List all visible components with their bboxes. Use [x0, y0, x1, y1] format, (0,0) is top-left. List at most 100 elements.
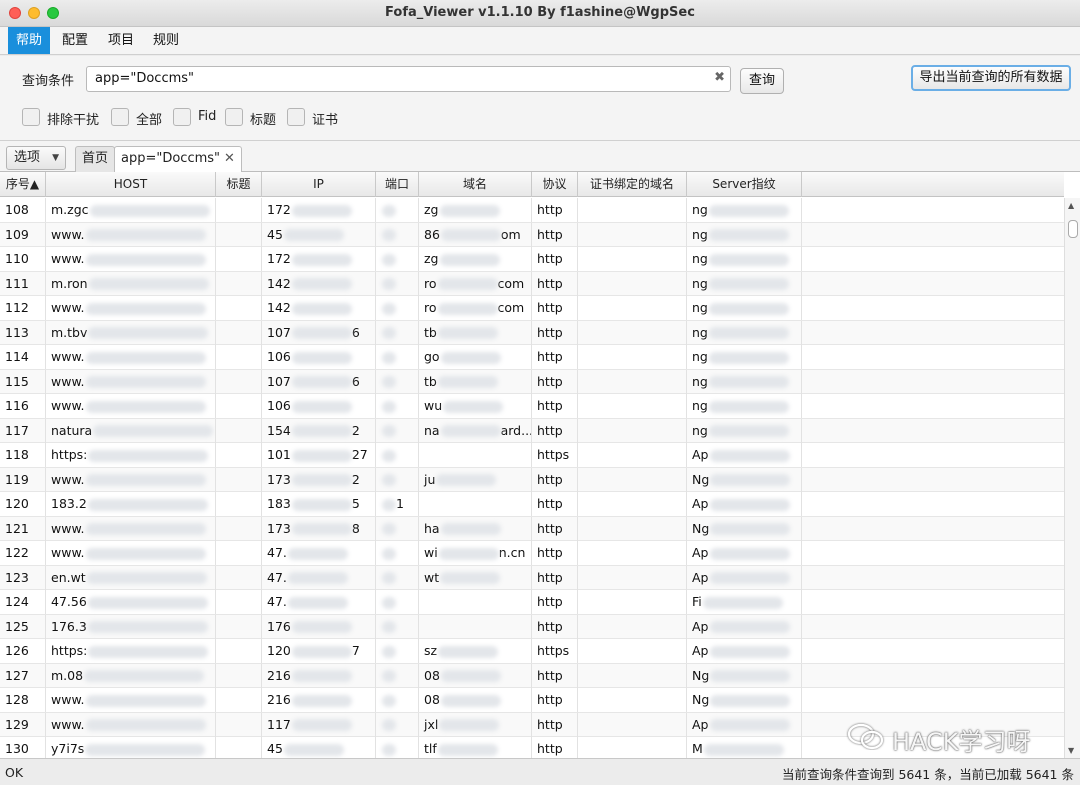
- menu-config[interactable]: 配置: [54, 27, 96, 54]
- header-col-protocol[interactable]: 协议: [532, 172, 578, 197]
- tab-query[interactable]: app="Doccms" ✕: [114, 146, 242, 172]
- table-row[interactable]: 122 www. 47. wi n.cn http Ap: [0, 541, 1064, 566]
- cell-server: Ap: [687, 541, 802, 565]
- cell-server: ng: [687, 418, 802, 443]
- tab-query-label: app="Doccms": [121, 151, 221, 166]
- cell-ip: 173 8: [262, 516, 376, 541]
- header-col-host[interactable]: HOST: [46, 172, 216, 197]
- table-row[interactable]: 123 en.wt 47. wt http Ap: [0, 565, 1064, 590]
- cell-server: ng: [687, 198, 802, 222]
- cell-host: https:: [46, 443, 216, 467]
- header-col-title[interactable]: 标题: [216, 172, 262, 197]
- cell-host: www.: [46, 345, 216, 369]
- checkbox-box[interactable]: [287, 108, 305, 126]
- cell-port: [376, 688, 419, 712]
- clear-icon[interactable]: ✖: [714, 70, 725, 85]
- header-col-port[interactable]: 端口: [376, 172, 419, 197]
- export-all-button[interactable]: 导出当前查询的所有数据: [911, 65, 1071, 91]
- cell-host: 47.56: [46, 590, 216, 614]
- cell-cert-domain: [578, 320, 687, 345]
- cell-title: [216, 198, 262, 222]
- cell-title: [216, 271, 262, 296]
- menu-help[interactable]: 帮助: [8, 27, 51, 54]
- cell-seq: 125: [0, 614, 46, 639]
- scroll-up-icon[interactable]: ▲: [1068, 201, 1074, 210]
- table-row[interactable]: 125 176.3 176 http Ap: [0, 614, 1064, 639]
- table-row[interactable]: 111 m.ron 142 ro com http ng: [0, 271, 1064, 296]
- table-row[interactable]: 121 www. 173 8 ha http Ng: [0, 516, 1064, 541]
- cell-server: M: [687, 737, 802, 758]
- header-col-seq[interactable]: 序号▲: [0, 172, 46, 197]
- table-row[interactable]: 116 www. 106 wu http ng: [0, 394, 1064, 419]
- table-row[interactable]: 108 m.zgc 172 zg http ng: [0, 198, 1064, 223]
- cell-server: ng: [687, 394, 802, 418]
- checkbox-box[interactable]: [22, 108, 40, 126]
- table-row[interactable]: 118 https: 101 27 https Ap: [0, 443, 1064, 468]
- checkbox-box[interactable]: [225, 108, 243, 126]
- status-count: 当前查询条件查询到 5641 条，当前已加载 5641 条: [781, 767, 1074, 782]
- tab-home[interactable]: 首页: [75, 146, 116, 172]
- cell-host: www.: [46, 247, 216, 271]
- cell-host: www.: [46, 541, 216, 565]
- header-col-server[interactable]: Server指纹: [687, 172, 802, 197]
- query-button[interactable]: 查询: [740, 68, 784, 94]
- cell-cert-domain: [578, 345, 687, 369]
- cell-host: www.: [46, 688, 216, 712]
- cell-title: [216, 639, 262, 663]
- window-title: Fofa_Viewer v1.1.10 By f1ashine@WgpSec: [385, 5, 695, 20]
- status-ok: OK: [5, 765, 24, 780]
- scrollbar-thumb[interactable]: [1068, 220, 1078, 238]
- table-row[interactable]: 114 www. 106 go http ng: [0, 345, 1064, 370]
- header-col-ip[interactable]: IP: [262, 172, 376, 197]
- cell-port: [376, 614, 419, 639]
- table-row[interactable]: 127 m.08 216 08 http Ng: [0, 663, 1064, 688]
- cell-port: [376, 516, 419, 541]
- table-row[interactable]: 124 47.56 47. http Fi: [0, 590, 1064, 615]
- cell-seq: 117: [0, 418, 46, 443]
- cell-title: [216, 492, 262, 516]
- table-row[interactable]: 126 https: 120 7 sz https Ap: [0, 639, 1064, 664]
- vertical-scrollbar[interactable]: ▲ ▼: [1064, 198, 1080, 758]
- header-col-cert-domain[interactable]: 证书绑定的域名: [578, 172, 687, 197]
- table-row[interactable]: 110 www. 172 zg http ng: [0, 247, 1064, 272]
- table-row[interactable]: 109 www. 45 86 om http ng: [0, 222, 1064, 247]
- title-bar: Fofa_Viewer v1.1.10 By f1ashine@WgpSec: [0, 0, 1080, 27]
- options-dropdown[interactable]: 选项 ▼: [6, 146, 66, 170]
- cell-ip: 45: [262, 737, 376, 758]
- cell-host: www.: [46, 394, 216, 418]
- cell-seq: 122: [0, 541, 46, 565]
- table-row[interactable]: 112 www. 142 ro com http ng: [0, 296, 1064, 321]
- table-row[interactable]: 120 183.2 183 5 1 http Ap: [0, 492, 1064, 517]
- cell-domain: ha: [419, 516, 532, 541]
- close-tab-icon[interactable]: ✕: [224, 151, 235, 166]
- cell-ip: 216: [262, 663, 376, 688]
- cell-ip: 176: [262, 614, 376, 639]
- menu-rules[interactable]: 规则: [145, 27, 187, 54]
- query-input[interactable]: app="Doccms" ✖: [86, 66, 731, 92]
- cell-host: m.tbv: [46, 320, 216, 345]
- status-bar: OK 当前查询条件查询到 5641 条，当前已加载 5641 条: [0, 758, 1080, 785]
- cell-title: [216, 443, 262, 467]
- cell-domain: jxl: [419, 712, 532, 737]
- checkbox-box[interactable]: [111, 108, 129, 126]
- table-row[interactable]: 119 www. 173 2 ju http Ng: [0, 467, 1064, 492]
- cell-ip: 45: [262, 222, 376, 247]
- cell-port: [376, 590, 419, 614]
- cell-domain: 08: [419, 688, 532, 712]
- table-body[interactable]: 108 m.zgc 172 zg http ng 109 www. 45 86 om http ng 11…: [0, 198, 1064, 758]
- menu-project[interactable]: 项目: [100, 27, 142, 54]
- cell-port: [376, 345, 419, 369]
- scroll-down-icon[interactable]: ▼: [1068, 746, 1074, 755]
- header-col-domain[interactable]: 域名: [419, 172, 532, 197]
- cell-title: [216, 737, 262, 758]
- table-row[interactable]: 128 www. 216 08 http Ng: [0, 688, 1064, 713]
- cell-ip: 154 2: [262, 418, 376, 443]
- cell-port: [376, 467, 419, 492]
- cell-cert-domain: [578, 541, 687, 565]
- table-row[interactable]: 113 m.tbv 107 6 tb http ng: [0, 320, 1064, 345]
- table-row[interactable]: 115 www. 107 6 tb http ng: [0, 369, 1064, 394]
- cell-title: [216, 614, 262, 639]
- cell-domain: [419, 614, 532, 639]
- table-row[interactable]: 117 natura 154 2 na ard... http ng: [0, 418, 1064, 443]
- checkbox-box[interactable]: [173, 108, 191, 126]
